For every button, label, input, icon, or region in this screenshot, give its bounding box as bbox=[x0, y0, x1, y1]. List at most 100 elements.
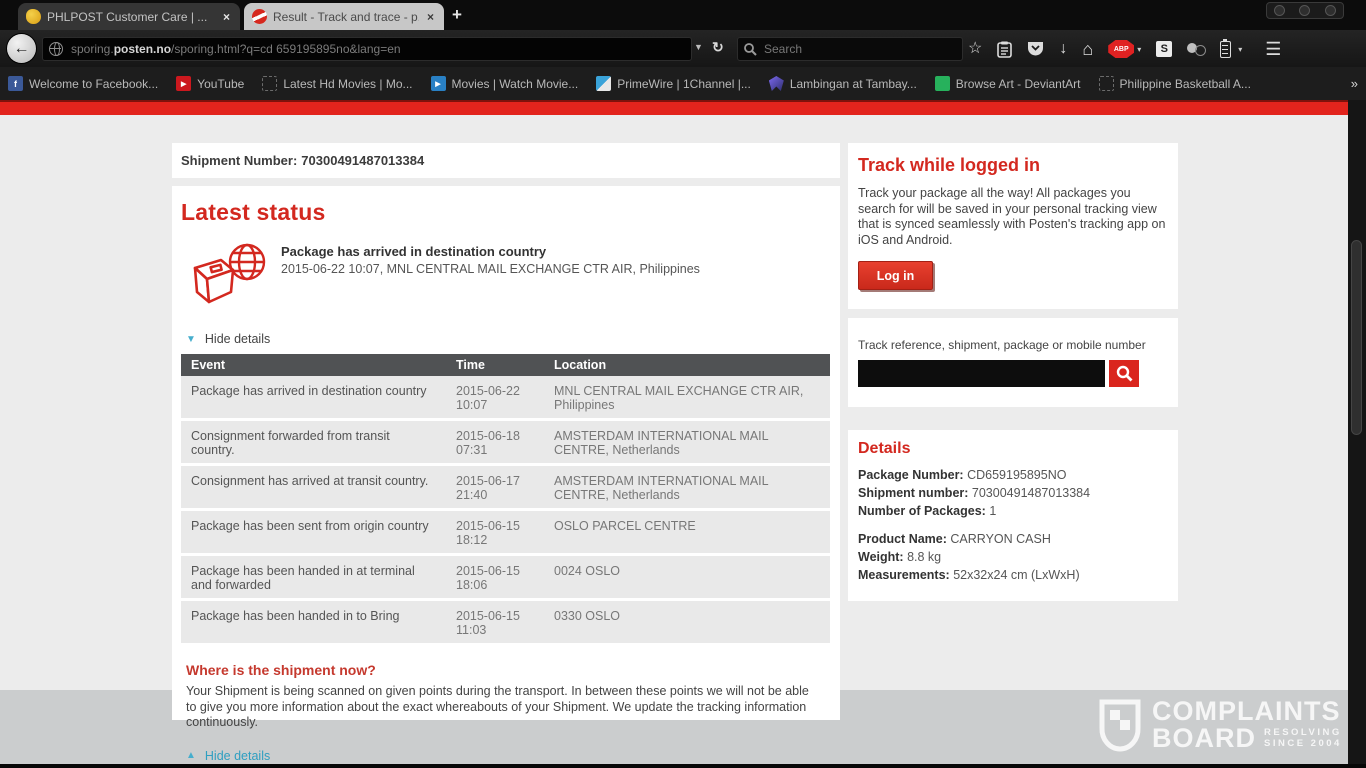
browser-search[interactable] bbox=[737, 37, 963, 61]
table-row: Package has been handed in at terminal a… bbox=[181, 555, 830, 600]
status-meta-text: 2015-06-22 10:07, MNL CENTRAL MAIL EXCHA… bbox=[281, 262, 700, 276]
event-date: 2015-06-17 bbox=[456, 474, 520, 488]
downloads-icon[interactable]: ↓ bbox=[1059, 41, 1067, 57]
back-button[interactable]: ← bbox=[7, 34, 36, 63]
table-row: Package has been handed in to Bring 2015… bbox=[181, 600, 830, 645]
adblock-icon[interactable]: ABP bbox=[1108, 40, 1134, 58]
bookmark-philippine-basketball[interactable]: Philippine Basketball A... bbox=[1099, 76, 1251, 91]
shipment-number-value: 70300491487013384 bbox=[301, 153, 424, 168]
detail-value: 70300491487013384 bbox=[972, 486, 1090, 500]
maximize-button[interactable] bbox=[1299, 5, 1310, 16]
bookmark-label: PrimeWire | 1Channel |... bbox=[617, 77, 751, 91]
login-button[interactable]: Log in bbox=[858, 261, 933, 290]
hide-details-label: Hide details bbox=[205, 332, 270, 346]
hide-details-toggle-bottom[interactable]: ▲ Hide details bbox=[186, 749, 830, 763]
menu-icon[interactable]: ☰ bbox=[1265, 40, 1281, 58]
butterfly-icon bbox=[769, 76, 784, 91]
facebook-icon: f bbox=[8, 76, 23, 91]
bookmark-star-icon[interactable]: ☆ bbox=[968, 41, 982, 57]
new-tab-button[interactable]: + bbox=[452, 5, 462, 25]
bookmarks-bar: f Welcome to Facebook... ▶ YouTube Lates… bbox=[0, 67, 1366, 100]
bookmarks-panel-icon[interactable] bbox=[997, 41, 1012, 58]
bookmark-label: Browse Art - DeviantArt bbox=[956, 77, 1081, 91]
chevron-up-icon: ▲ bbox=[186, 750, 196, 761]
reload-icon[interactable]: ↻ bbox=[712, 39, 724, 56]
url-dropdown-icon[interactable]: ▼ bbox=[694, 42, 703, 52]
column-header-time: Time bbox=[446, 354, 544, 376]
detail-label: Product Name: bbox=[858, 532, 947, 546]
tab-phlpost[interactable]: PHLPOST Customer Care | ... × bbox=[18, 3, 240, 30]
toolbar-icons: ☆ ↓ ⌂ ABP ▾ S ▾ ☰ bbox=[968, 34, 1281, 64]
track-search-label: Track reference, shipment, package or mo… bbox=[858, 338, 1168, 352]
track-search-button[interactable] bbox=[1109, 360, 1139, 387]
tab-close-icon[interactable]: × bbox=[425, 10, 436, 24]
deviantart-icon bbox=[935, 76, 950, 91]
url-input[interactable]: sporing.posten.no/sporing.html?q=cd 6591… bbox=[42, 37, 692, 61]
event-time: 18:06 bbox=[456, 578, 534, 592]
watermark-tag-1: RESOLVING bbox=[1264, 727, 1342, 738]
bookmarks-overflow-icon[interactable]: » bbox=[1351, 76, 1358, 91]
event-cell: Package has been handed in to Bring bbox=[181, 600, 446, 645]
column-header-location: Location bbox=[544, 354, 830, 376]
minimize-button[interactable] bbox=[1274, 5, 1285, 16]
bookmark-label: Welcome to Facebook... bbox=[29, 77, 158, 91]
event-date: 2015-06-18 bbox=[456, 429, 520, 443]
search-icon bbox=[744, 43, 757, 56]
bookmark-deviantart[interactable]: Browse Art - DeviantArt bbox=[935, 76, 1081, 91]
detail-label: Shipment number: bbox=[858, 486, 968, 500]
site-globe-icon bbox=[49, 42, 63, 56]
detail-label: Weight: bbox=[858, 550, 904, 564]
tab-track-trace[interactable]: Result - Track and trace - p... × bbox=[244, 3, 444, 30]
time-cell: 2015-06-1518:06 bbox=[446, 555, 544, 600]
track-search-input[interactable] bbox=[858, 360, 1105, 387]
bookmark-label: Movies | Watch Movie... bbox=[452, 77, 579, 91]
close-button[interactable] bbox=[1325, 5, 1336, 16]
bookmark-label: Lambingan at Tambay... bbox=[790, 77, 917, 91]
bookmark-lambingan[interactable]: Lambingan at Tambay... bbox=[769, 76, 917, 91]
adblock-caret-icon[interactable]: ▾ bbox=[1137, 45, 1141, 54]
primewire-icon bbox=[596, 76, 611, 91]
details-heading: Details bbox=[858, 440, 1168, 458]
detail-field: Package Number: CD659195895NO bbox=[858, 468, 1168, 482]
table-row: Consignment forwarded from transit count… bbox=[181, 420, 830, 465]
time-cell: 2015-06-1807:31 bbox=[446, 420, 544, 465]
tab-close-icon[interactable]: × bbox=[221, 10, 232, 24]
latest-status-panel: Latest status bbox=[172, 186, 840, 720]
bookmark-primewire[interactable]: PrimeWire | 1Channel |... bbox=[596, 76, 751, 91]
battery-caret-icon[interactable]: ▾ bbox=[1238, 45, 1242, 54]
table-row: Consignment has arrived at transit count… bbox=[181, 465, 830, 510]
extension-dots-icon[interactable] bbox=[1187, 42, 1205, 56]
where-shipment-heading: Where is the shipment now? bbox=[186, 662, 830, 678]
bookmark-youtube[interactable]: ▶ YouTube bbox=[176, 76, 244, 91]
event-time: 10:07 bbox=[456, 398, 534, 412]
detail-field: Shipment number: 70300491487013384 bbox=[858, 486, 1168, 500]
location-cell: OSLO PARCEL CENTRE bbox=[544, 510, 830, 555]
watermark-title-2: BOARD bbox=[1152, 725, 1256, 752]
tab-title: Result - Track and trace - p... bbox=[273, 10, 419, 24]
scrollbar-track[interactable] bbox=[1348, 100, 1366, 764]
placeholder-favicon-icon bbox=[1099, 76, 1114, 91]
detail-field: Measurements: 52x32x24 cm (LxWxH) bbox=[858, 568, 1168, 582]
detail-value: 52x32x24 cm (LxWxH) bbox=[953, 568, 1079, 582]
bookmark-facebook[interactable]: f Welcome to Facebook... bbox=[8, 76, 158, 91]
detail-label: Package Number: bbox=[858, 468, 964, 482]
package-globe-icon bbox=[181, 240, 281, 318]
extension-battery-icon[interactable] bbox=[1220, 41, 1231, 58]
details-panel: Details Package Number: CD659195895NO Sh… bbox=[848, 430, 1178, 601]
bookmark-label: YouTube bbox=[197, 77, 244, 91]
browser-navbar: ← sporing.posten.no/sporing.html?q=cd 65… bbox=[0, 30, 1366, 67]
where-shipment-body: Your Shipment is being scanned on given … bbox=[186, 684, 821, 731]
detail-field: Weight: 8.8 kg bbox=[858, 550, 1168, 564]
scrollbar-thumb[interactable] bbox=[1351, 240, 1362, 435]
home-icon[interactable]: ⌂ bbox=[1082, 40, 1093, 58]
bookmark-latest-hd-movies[interactable]: Latest Hd Movies | Mo... bbox=[262, 76, 412, 91]
event-cell: Consignment has arrived at transit count… bbox=[181, 465, 446, 510]
detail-field: Product Name: CARRYON CASH bbox=[858, 532, 1168, 546]
bookmark-movies[interactable]: ▶ Movies | Watch Movie... bbox=[431, 76, 579, 91]
events-table: Event Time Location Package has arrived … bbox=[181, 354, 830, 646]
extension-s-icon[interactable]: S bbox=[1156, 41, 1172, 57]
hide-details-toggle-top[interactable]: ▼ Hide details bbox=[186, 332, 830, 346]
pocket-icon[interactable] bbox=[1027, 41, 1044, 57]
event-time: 21:40 bbox=[456, 488, 534, 502]
search-input[interactable] bbox=[764, 42, 944, 56]
